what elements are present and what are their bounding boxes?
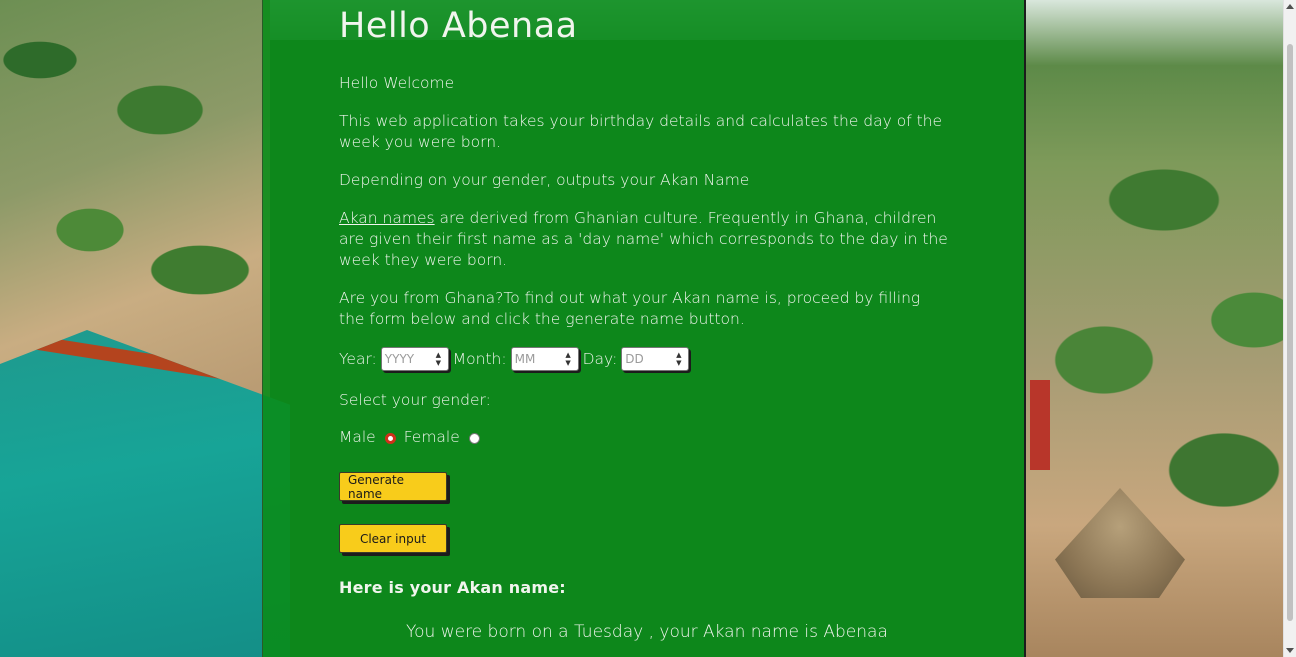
result-heading: Here is your Akan name: bbox=[339, 578, 566, 597]
female-label: Female bbox=[403, 428, 460, 446]
intro-text: Hello Welcome bbox=[339, 74, 455, 92]
male-radio[interactable] bbox=[384, 432, 396, 444]
month-placeholder: MM bbox=[514, 352, 536, 366]
female-radio[interactable] bbox=[468, 432, 480, 444]
year-placeholder: YYYY bbox=[384, 352, 415, 366]
generate-name-button[interactable]: Generate name bbox=[339, 472, 447, 501]
day-spinner-icon[interactable]: ▲ ▼ bbox=[673, 350, 684, 368]
year-spinner-icon[interactable]: ▲ ▼ bbox=[433, 350, 444, 368]
instructions-text: Are you from Ghana?To find out what your… bbox=[339, 289, 921, 328]
day-label: Day: bbox=[582, 350, 618, 368]
month-input[interactable]: MM ▲ ▼ bbox=[510, 347, 579, 371]
year-label: Year: bbox=[339, 350, 377, 368]
akan-names-link[interactable]: Akan names bbox=[339, 209, 435, 227]
scroll-thumb[interactable] bbox=[1287, 44, 1293, 621]
result-text: You were born on a Tuesday , your Akan n… bbox=[406, 622, 888, 642]
gender-note-text: Depending on your gender, outputs your A… bbox=[339, 171, 750, 189]
red-wall bbox=[1030, 380, 1050, 470]
day-input[interactable]: DD ▲ ▼ bbox=[621, 347, 690, 371]
day-placeholder: DD bbox=[625, 352, 644, 366]
scroll-up-icon[interactable] bbox=[1286, 4, 1294, 9]
month-spinner-icon[interactable]: ▲ ▼ bbox=[563, 350, 574, 368]
description-text: This web application takes your birthday… bbox=[339, 112, 943, 151]
akan-paragraph: Akan names are derived from Ghanian cult… bbox=[339, 208, 949, 271]
month-label: Month: bbox=[452, 350, 507, 368]
gender-options: Male Female bbox=[339, 428, 488, 446]
scroll-down-icon[interactable] bbox=[1286, 648, 1294, 653]
year-input[interactable]: YYYY ▲ ▼ bbox=[380, 347, 449, 371]
male-label: Male bbox=[339, 428, 376, 446]
left-palm-shore bbox=[0, 0, 270, 400]
clear-input-button[interactable]: Clear input bbox=[339, 524, 447, 553]
gender-label: Select your gender: bbox=[339, 391, 491, 409]
birthdate-row: Year: YYYY ▲ ▼ Month: MM ▲ ▼ Day: DD ▲ ▼ bbox=[339, 347, 693, 371]
page-scrollbar[interactable] bbox=[1283, 0, 1296, 657]
page-title: Hello Abenaa bbox=[339, 6, 578, 46]
